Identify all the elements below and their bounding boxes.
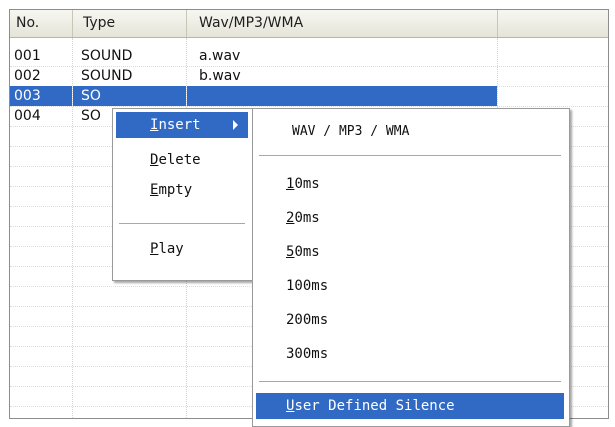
insert-submenu: WAV / MP3 / WMA 10ms 20ms 50ms 100ms 200… <box>252 108 570 427</box>
row-file <box>187 86 497 106</box>
submenu-item-20ms[interactable]: 20ms <box>256 205 564 231</box>
menu-item-delete[interactable]: Delete <box>116 147 248 173</box>
menu-separator <box>259 155 561 157</box>
submenu-arrow-icon <box>233 120 238 130</box>
submenu-item-50ms[interactable]: 50ms <box>256 239 564 265</box>
row-file: a.wav <box>199 48 241 64</box>
row-number: 001 <box>14 48 41 64</box>
column-header-type[interactable]: Type <box>73 10 187 37</box>
table-row[interactable]: 002 SOUND b.wav <box>10 66 608 86</box>
submenu-item-200ms[interactable]: 200ms <box>256 307 564 333</box>
row-type: SOUND <box>81 68 133 84</box>
row-type: SOUND <box>81 48 133 64</box>
submenu-item-user-defined-silence[interactable]: User Defined Silence <box>256 393 564 419</box>
menu-separator <box>259 381 561 383</box>
row-number: 004 <box>14 108 41 124</box>
context-menu: Insert Delete Empty Play <box>112 108 254 281</box>
column-header-extra[interactable] <box>498 10 608 37</box>
menu-item-insert[interactable]: Insert <box>116 112 248 138</box>
submenu-item-100ms[interactable]: 100ms <box>256 273 564 299</box>
table-row[interactable]: 001 SOUND a.wav <box>10 46 608 66</box>
submenu-item-300ms[interactable]: 300ms <box>256 341 564 367</box>
row-number: 002 <box>14 68 41 84</box>
row-type: SO <box>73 86 186 106</box>
menu-separator <box>119 223 245 225</box>
menu-item-empty[interactable]: Empty <box>116 177 248 203</box>
submenu-item-wav-mp3-wma[interactable]: WAV / MP3 / WMA <box>256 119 564 145</box>
table-row-selected[interactable]: 003 SO <box>10 86 608 106</box>
column-header-no[interactable]: No. <box>10 10 73 37</box>
column-header-bar: No. Type Wav/MP3/WMA <box>10 10 608 38</box>
submenu-item-10ms[interactable]: 10ms <box>256 171 564 197</box>
menu-item-play[interactable]: Play <box>116 236 248 262</box>
column-header-file[interactable]: Wav/MP3/WMA <box>187 10 498 37</box>
row-number: 003 <box>10 86 72 106</box>
row-file: b.wav <box>199 68 241 84</box>
